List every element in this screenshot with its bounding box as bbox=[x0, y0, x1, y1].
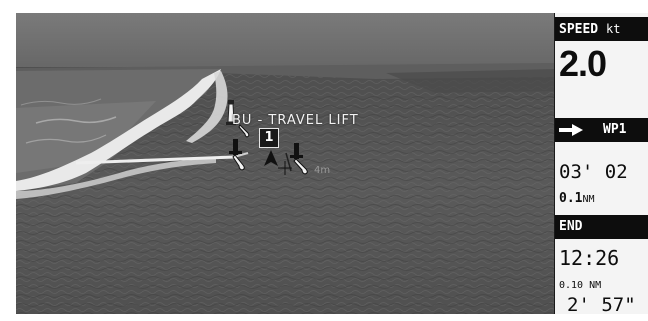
marina-hoist-icon bbox=[229, 139, 245, 171]
waypoint-distance: 0.1NM bbox=[559, 191, 595, 206]
end-eta: 12:26 bbox=[559, 246, 620, 270]
waypoint-marker[interactable]: 1 bbox=[259, 128, 279, 148]
waypoint-distance-unit: NM bbox=[582, 194, 595, 205]
waypoint-time-to-go: 03' 02 bbox=[559, 161, 628, 183]
crosshair-icon bbox=[278, 161, 292, 175]
speed-label: SPEED bbox=[559, 22, 599, 37]
right-arrow-icon bbox=[559, 124, 583, 136]
speed-unit: kt bbox=[605, 22, 621, 36]
end-time-to-go: 2' 57" bbox=[567, 294, 636, 314]
waypoint-header[interactable]: WP1 bbox=[555, 118, 648, 142]
chart-3d-view[interactable]: BU - TRAVEL LIFT 1 4m bbox=[16, 13, 554, 314]
sky bbox=[16, 13, 554, 71]
waypoint-distance-value: 0.1 bbox=[559, 191, 583, 206]
speed-value: 2.0 bbox=[559, 43, 607, 84]
depth-label: 4m bbox=[314, 165, 331, 176]
end-label: END bbox=[559, 219, 583, 234]
speed-header: SPEED kt bbox=[555, 17, 648, 41]
app-frame: BU - TRAVEL LIFT 1 4m SPEED kt 2.0 WP1 0… bbox=[0, 0, 648, 321]
waypoint-name: WP1 bbox=[603, 122, 627, 137]
end-header: END bbox=[555, 215, 648, 239]
data-panel: SPEED kt 2.0 WP1 03' 02 0.1NM END 12:26 … bbox=[554, 13, 648, 314]
chart-feature-label: BU - TRAVEL LIFT bbox=[232, 113, 359, 128]
end-distance: 0.10 NM bbox=[559, 280, 602, 291]
